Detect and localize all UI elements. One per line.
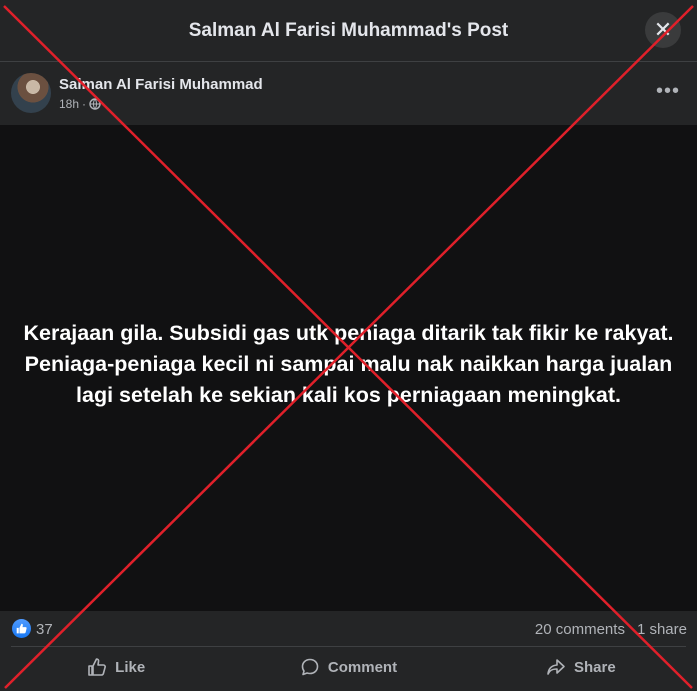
- post-content: Kerajaan gila. Subsidi gas utk peniaga d…: [0, 125, 697, 611]
- comment-label: Comment: [327, 658, 398, 676]
- comment-button[interactable]: Comment: [232, 647, 464, 687]
- avatar[interactable]: [11, 73, 51, 113]
- thumbs-up-outline-icon: [88, 658, 107, 676]
- more-options-button[interactable]: •••: [652, 77, 684, 109]
- share-label: Share: [573, 658, 616, 676]
- post-time[interactable]: 18h: [59, 97, 79, 111]
- post-meta: 18h ·: [59, 97, 101, 111]
- share-arrow-icon: [547, 659, 565, 675]
- close-icon: ✕: [653, 17, 673, 42]
- like-label: Like: [115, 658, 146, 676]
- share-count[interactable]: 1 share: [637, 621, 687, 638]
- share-button[interactable]: Share: [465, 647, 697, 687]
- post-text: Kerajaan gila. Subsidi gas utk peniaga d…: [23, 321, 674, 407]
- comment-icon: [301, 658, 319, 676]
- dialog-title: Salman Al Farisi Muhammad's Post: [188, 20, 509, 41]
- comment-count[interactable]: 20 comments: [535, 621, 625, 638]
- like-reaction-icon[interactable]: [12, 619, 31, 638]
- post-author-row: Salman Al Farisi Muhammad 18h · •••: [0, 62, 697, 125]
- meta-separator: ·: [82, 97, 87, 111]
- like-button[interactable]: Like: [0, 647, 232, 687]
- more-icon: •••: [655, 80, 680, 102]
- like-count[interactable]: 37: [36, 621, 53, 638]
- reaction-stats: 37 20 comments 1 share: [0, 611, 697, 646]
- author-name[interactable]: Salman Al Farisi Muhammad: [59, 76, 263, 93]
- thumbs-up-icon: [16, 623, 27, 634]
- close-button[interactable]: ✕: [645, 12, 681, 48]
- dialog-header: Salman Al Farisi Muhammad's Post ✕: [0, 0, 697, 62]
- engagement-counts: 20 comments 1 share: [535, 621, 687, 638]
- action-bar: Like Comment Share: [0, 647, 697, 687]
- globe-icon[interactable]: [89, 98, 101, 110]
